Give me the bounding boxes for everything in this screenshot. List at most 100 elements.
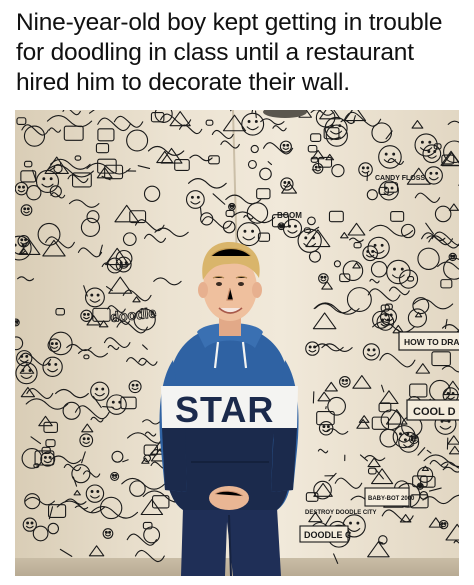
doodle-mark [114, 473, 118, 477]
doodle-mark [131, 383, 135, 387]
doodle-mark [283, 181, 287, 184]
doodle-mark [20, 238, 24, 242]
doodle-mark [320, 275, 324, 279]
hoodie-star-text: STAR [175, 389, 274, 430]
doodle-mark [247, 120, 251, 123]
doodle-mark [22, 185, 25, 189]
doodle-mark [104, 530, 108, 534]
doodle-mark [135, 383, 139, 387]
cool-label: COOL D [413, 406, 456, 418]
doodle-mark [393, 267, 396, 271]
doodle-mark [278, 223, 282, 227]
doodle-mark [254, 120, 258, 123]
doodle-mark [371, 250, 375, 253]
doodle-mark [451, 391, 455, 395]
doodle-mark [331, 124, 334, 128]
doodle-mark [450, 254, 453, 258]
boy-hands [209, 486, 249, 510]
doodle-mark [341, 379, 345, 382]
doodle-mark [386, 318, 390, 322]
doodle-mark [86, 312, 90, 316]
doodle-mark [102, 406, 114, 408]
doodle-mark [90, 293, 94, 297]
doodle-mark [24, 238, 28, 242]
doodle-mark [255, 110, 257, 119]
doodle-mark [380, 243, 384, 247]
doodle-mark [373, 243, 377, 247]
boom-label: BOOM [277, 211, 302, 220]
doodle-mark [30, 521, 34, 525]
doodle-mark [294, 224, 297, 228]
meme-caption: Nine-year-old boy kept getting in troubl… [16, 9, 443, 96]
doodle-mark [399, 432, 402, 436]
doodle-mark [308, 345, 312, 349]
doodle-mark [49, 177, 53, 181]
doodle-mark [356, 521, 360, 525]
doodle-mark [323, 275, 327, 279]
doodle-mark [43, 455, 47, 459]
doodle-mark [50, 342, 54, 346]
doodle-mark [231, 204, 235, 208]
doodle-mark [400, 267, 404, 271]
doodle-mark [280, 223, 284, 227]
doodle-mark [440, 522, 444, 525]
doodle-mark [48, 455, 52, 459]
doodle-mark [23, 207, 27, 211]
candy-floss-label: CANDY FLOSS [375, 175, 425, 182]
doodle-mark [314, 165, 318, 169]
doodle-mark [26, 521, 30, 525]
doodle-mark [243, 229, 247, 233]
doodle-mark [96, 293, 100, 297]
baby-bot-label: BABY-BOT 2000 [368, 496, 415, 502]
doodle-mark [322, 425, 326, 429]
doodle-mark [312, 236, 315, 240]
doodle-mark [111, 400, 115, 404]
doodle-mark [367, 348, 371, 352]
how-to-draw-label: HOW TO DRA [404, 337, 459, 347]
doodle-mark [427, 150, 431, 153]
doodle-mark [366, 250, 370, 253]
doodle-mark [82, 437, 86, 441]
doodle-mark [86, 437, 90, 441]
doodle-mark [392, 152, 396, 156]
destroy-label: DESTROY DOODLE CITY [305, 510, 377, 516]
doodle-mark [304, 236, 308, 240]
photo: CANDY FLOSS BOOM HOW TO DRA COOL D BABY-… [15, 110, 459, 576]
doodle-mark [47, 362, 51, 366]
doodle-mark [381, 318, 385, 322]
doodle-mark [384, 152, 388, 156]
doodle-mark [403, 438, 407, 442]
doodle-mark [390, 186, 394, 190]
doodle-mark [345, 379, 349, 382]
doodle-mark [349, 521, 352, 525]
doodle-mark [288, 224, 291, 228]
doodle-mark [26, 207, 30, 211]
doodle-mark [286, 143, 290, 147]
doodle-mark [420, 140, 424, 144]
doodle-mark [190, 195, 194, 199]
doodle-mark [282, 143, 286, 147]
doodle-mark [90, 490, 94, 493]
doodle-mark [251, 229, 255, 233]
doodle-mark [229, 204, 233, 208]
doodle-mark [338, 124, 342, 128]
doodle-mark [95, 387, 99, 391]
doodle-mark [410, 438, 414, 442]
doodle-mark [17, 185, 21, 189]
doodle-mark [287, 181, 291, 184]
doodle-mark [196, 195, 200, 199]
doodle-mark [101, 387, 105, 391]
doodle-mark [15, 243, 17, 247]
doodle-mark [15, 320, 19, 324]
doodle-mark [406, 432, 410, 436]
doodle-mark [55, 342, 58, 346]
doodle-mark [361, 166, 365, 170]
doodle-mark [111, 473, 115, 477]
doodle-mark [428, 140, 432, 144]
doodle-mark [435, 171, 439, 175]
doodle-mark [366, 166, 370, 170]
doodle-mark [372, 348, 376, 352]
doodle-label: DOODLE C [304, 530, 352, 540]
doodle-mark [108, 530, 112, 534]
doodle-mark [452, 254, 456, 258]
